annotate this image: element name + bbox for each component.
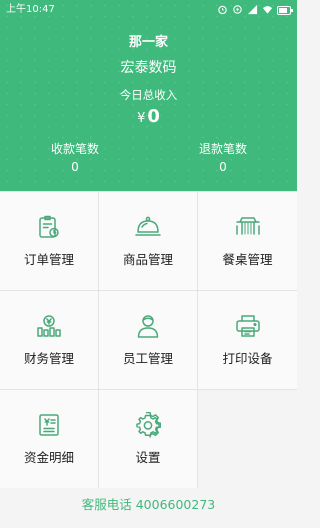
menu-label: 财务管理 — [23, 351, 74, 366]
menu-grid: 订单管理 商品管理 餐桌管理 财务管理 员工管理 打印设备 资金明细 设置 — [0, 191, 297, 488]
status-time: 上午10:47 — [6, 4, 55, 15]
table-icon — [235, 217, 260, 235]
wifi-icon — [262, 6, 273, 14]
signal-icon — [247, 4, 258, 15]
customer-service-phone[interactable]: 客服电话 4006600273 — [0, 494, 297, 513]
menu-label: 打印设备 — [222, 351, 273, 366]
income-amount: ¥0 — [0, 106, 297, 127]
stat-payments: 收款笔数 0 — [35, 140, 115, 174]
income-value: 0 — [147, 106, 160, 127]
alarm-icon — [218, 5, 227, 15]
menu-order-management[interactable]: 订单管理 — [0, 192, 98, 290]
menu-empty-cell — [198, 390, 297, 488]
menu-label: 设置 — [135, 450, 161, 465]
sync-icon — [233, 5, 242, 14]
app-title: 那一家 — [128, 35, 168, 50]
menu-label: 资金明细 — [23, 450, 74, 465]
menu-settings[interactable]: 设置 — [99, 390, 197, 488]
battery-icon — [277, 5, 293, 15]
stat-refunds-value: 0 — [219, 160, 227, 174]
shop-name: 宏泰数码 — [120, 60, 177, 76]
currency-symbol: ¥ — [137, 111, 146, 126]
menu-label: 员工管理 — [122, 351, 173, 366]
stat-refunds: 退款笔数 0 — [183, 140, 263, 174]
menu-product-management[interactable]: 商品管理 — [99, 192, 197, 290]
menu-staff-management[interactable]: 员工管理 — [99, 291, 197, 389]
fund-detail-icon — [39, 414, 59, 436]
menu-label: 餐桌管理 — [222, 252, 273, 267]
order-icon — [39, 215, 59, 238]
printer-icon — [235, 315, 260, 337]
menu-table-management[interactable]: 餐桌管理 — [198, 192, 297, 290]
settings-icon — [136, 412, 161, 438]
status-icons — [217, 4, 293, 15]
stat-refunds-label: 退款笔数 — [198, 142, 247, 156]
dish-cover-icon — [135, 216, 161, 236]
menu-fund-details[interactable]: 资金明细 — [0, 390, 98, 488]
menu-finance-management[interactable]: 财务管理 — [0, 291, 98, 389]
staff-icon — [137, 315, 159, 338]
header-banner: 上午10:47 那一家 宏泰数码 今日总收入 ¥0 收款笔数 0 退款笔数 0 — [0, 0, 297, 191]
menu-label: 商品管理 — [122, 252, 173, 267]
stat-payments-value: 0 — [71, 160, 79, 174]
status-bar: 上午10:47 — [0, 0, 297, 20]
finance-icon — [37, 315, 61, 337]
menu-label: 订单管理 — [23, 252, 74, 267]
income-label: 今日总收入 — [119, 88, 178, 102]
menu-printer-devices[interactable]: 打印设备 — [198, 291, 297, 389]
stat-payments-label: 收款笔数 — [50, 142, 99, 156]
